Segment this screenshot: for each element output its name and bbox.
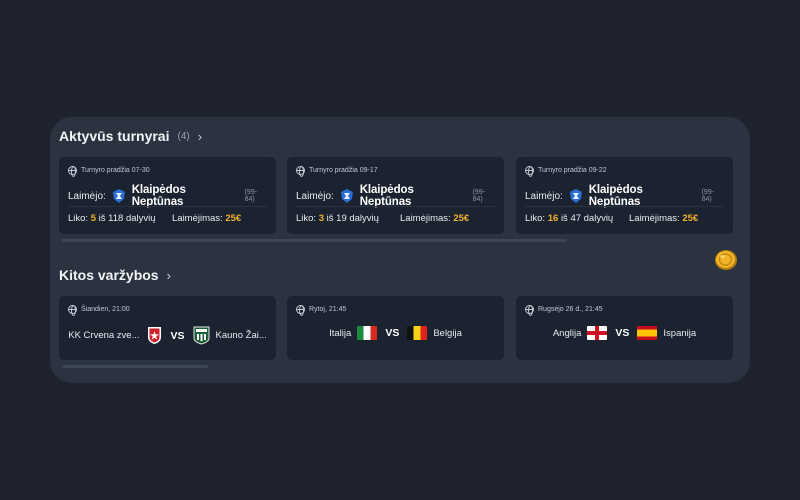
events-scrollbar[interactable] — [62, 365, 208, 368]
winner-team: Klaipėdos Neptūnas — [131, 184, 186, 208]
left-value: 16 — [547, 213, 559, 224]
football-icon — [296, 305, 305, 316]
participants-left: Liko: 3 iš 19 dalyvių — [296, 213, 379, 224]
vs-label: VS — [385, 327, 400, 339]
winner-row: Laimėjo: Klaipėdos Neptūnas (99-84) — [68, 184, 267, 208]
neptunas-logo-icon — [340, 189, 353, 203]
match-time: Šiandien, 21:00 — [81, 306, 130, 313]
prize: Laimėjimas: 25€ — [400, 213, 469, 224]
prize-value: 25€ — [682, 213, 699, 224]
winner-label: Laimėjo: — [68, 190, 106, 202]
prize-label: Laimėjimas: — [172, 213, 223, 224]
basketball-icon — [296, 166, 305, 177]
left-label: Liko: — [68, 213, 89, 224]
italy-flag-icon — [357, 326, 378, 340]
tournaments-scrollbar[interactable] — [62, 239, 567, 242]
away-team: Belgija — [433, 327, 462, 339]
home-team: Anglija — [552, 327, 582, 339]
match-time: Rytoj, 21:45 — [309, 306, 347, 313]
left-suffix: iš 47 dalyvių — [560, 213, 614, 224]
left-suffix: iš 118 dalyvių — [98, 213, 156, 224]
participants-left: Liko: 16 iš 47 dalyvių — [525, 213, 613, 224]
chevron-right-icon[interactable]: › — [167, 268, 171, 283]
winner-row: Laimėjo: Klaipėdos Neptūnas (99-84) — [525, 184, 724, 208]
home-team: KK Crvena zve... — [68, 330, 140, 341]
tournament-start-row: Turnyro pradžia 09-17 — [296, 166, 378, 177]
active-tournaments-count: (4) — [177, 130, 190, 142]
tournament-start: Turnyro pradžia 07-30 — [81, 167, 150, 174]
match-score: (99-84) — [472, 189, 486, 203]
active-tournaments-title[interactable]: Aktyvūs turnyrai — [59, 128, 169, 144]
zalgiris-logo-icon — [193, 326, 210, 345]
match-score: (99-84) — [701, 189, 715, 203]
winner-label: Laimėjo: — [525, 190, 563, 202]
left-label: Liko: — [525, 213, 546, 224]
match-time-row: Rytoj, 21:45 — [296, 305, 347, 316]
match-time: Rugsėjo 26 d., 21:45 — [538, 306, 603, 313]
tournament-card[interactable]: Turnyro pradžia 09-17 Laimėjo: Klaipėdos… — [287, 157, 504, 234]
match-time-row: Rugsėjo 26 d., 21:45 — [525, 305, 603, 316]
sports-panel: Aktyvūs turnyrai (4) › Turnyro pradžia 0… — [50, 117, 750, 383]
home-team: Italija — [329, 327, 352, 339]
prize-label: Laimėjimas: — [629, 213, 680, 224]
football-icon — [525, 305, 534, 316]
other-events-header[interactable]: Kitos varžybos › — [59, 267, 171, 283]
vs-label: VS — [170, 329, 185, 342]
participants-left: Liko: 5 iš 118 dalyvių — [68, 213, 156, 224]
tournament-start: Turnyro pradžia 09-22 — [538, 167, 607, 174]
vs-label: VS — [615, 327, 630, 339]
match-teams: Italija VS Belgija — [287, 326, 504, 340]
chevron-right-icon[interactable]: › — [198, 129, 202, 144]
tournament-card[interactable]: Turnyro pradžia 09-22 Laimėjo: Klaipėdos… — [516, 157, 733, 234]
divider — [525, 206, 724, 207]
away-team: Kauno Žai... — [215, 330, 267, 341]
neptunas-logo-icon — [569, 189, 582, 203]
divider — [296, 206, 495, 207]
winner-row: Laimėjo: Klaipėdos Neptūnas (99-84) — [296, 184, 495, 208]
prize-value: 25€ — [453, 213, 470, 224]
coin-icon[interactable] — [714, 249, 738, 271]
basketball-icon — [68, 305, 77, 316]
active-tournaments-header[interactable]: Aktyvūs turnyrai (4) › — [59, 128, 202, 144]
neptunas-logo-icon — [112, 189, 125, 203]
match-time-row: Šiandien, 21:00 — [68, 305, 130, 316]
match-card[interactable]: Rytoj, 21:45 Italija VS Belgija — [287, 296, 504, 360]
prize-value: 25€ — [225, 213, 242, 224]
match-teams: Anglija VS Ispanija — [516, 326, 733, 340]
winner-label: Laimėjo: — [296, 190, 334, 202]
tournament-start-row: Turnyro pradžia 09-22 — [525, 166, 607, 177]
match-card[interactable]: Rugsėjo 26 d., 21:45 Anglija VS Ispanija — [516, 296, 733, 360]
other-events-title[interactable]: Kitos varžybos — [59, 267, 159, 283]
tournament-card[interactable]: Turnyro pradžia 07-30 Laimėjo: Klaipėdos… — [59, 157, 276, 234]
left-suffix: iš 19 dalyvių — [326, 213, 379, 224]
tournament-start: Turnyro pradžia 09-17 — [309, 167, 378, 174]
tournament-start-row: Turnyro pradžia 07-30 — [68, 166, 150, 177]
winner-team: Klaipėdos Neptūnas — [359, 184, 414, 208]
match-teams: KK Crvena zve... VS Kauno Žai... — [59, 326, 276, 345]
left-value: 3 — [318, 213, 325, 224]
match-score: (99-84) — [244, 189, 258, 203]
divider — [68, 206, 267, 207]
spain-flag-icon — [637, 326, 658, 340]
away-team: Ispanija — [663, 327, 697, 339]
left-value: 5 — [90, 213, 97, 224]
match-card[interactable]: Šiandien, 21:00 KK Crvena zve... VS Kaun… — [59, 296, 276, 360]
belgium-flag-icon — [407, 326, 428, 340]
winner-team: Klaipėdos Neptūnas — [588, 184, 643, 208]
prize-label: Laimėjimas: — [400, 213, 451, 224]
basketball-icon — [525, 166, 534, 177]
england-flag-icon — [587, 326, 608, 340]
left-label: Liko: — [296, 213, 317, 224]
prize: Laimėjimas: 25€ — [629, 213, 698, 224]
prize: Laimėjimas: 25€ — [172, 213, 241, 224]
basketball-icon — [68, 166, 77, 177]
crvena-zvezda-logo-icon — [147, 327, 161, 344]
